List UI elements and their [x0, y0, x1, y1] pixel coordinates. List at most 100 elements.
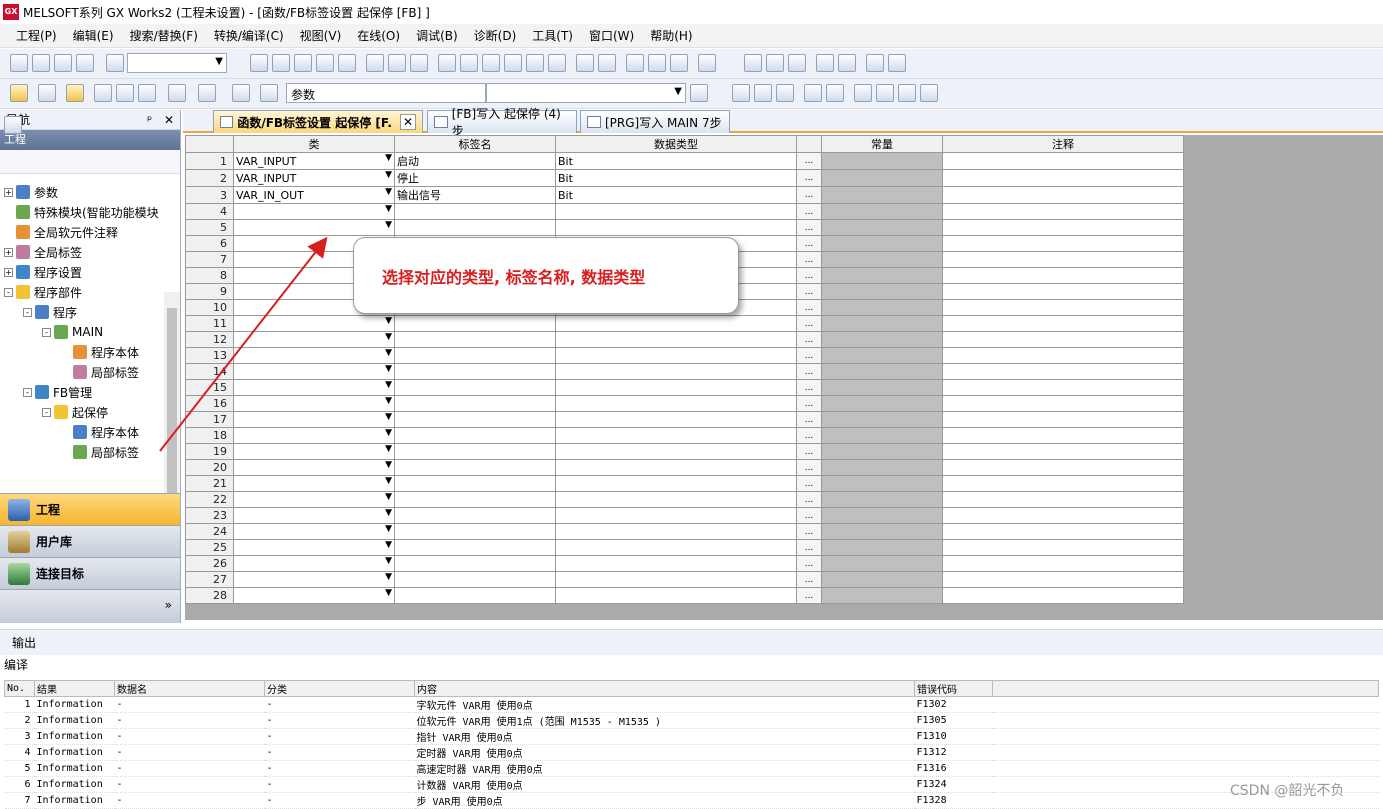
- comment-cell[interactable]: [942, 555, 1184, 572]
- export3-icon[interactable]: [920, 84, 938, 102]
- chevron-down-icon[interactable]: ▼: [385, 381, 392, 391]
- class-combo[interactable]: ▼: [233, 571, 395, 588]
- comment-cell[interactable]: [942, 443, 1184, 460]
- label-name-cell[interactable]: [394, 203, 556, 220]
- data-type-cell[interactable]: [555, 331, 797, 348]
- class-combo[interactable]: ▼: [233, 539, 395, 556]
- tab-fb-label-setting[interactable]: 函数/FB标签设置 起保停 [F... ✕: [213, 110, 423, 133]
- ladder-contact-icon[interactable]: [744, 54, 762, 72]
- batch-monitor-icon[interactable]: [548, 54, 566, 72]
- output-row[interactable]: 2 Information - - 位软元件 VAR用 使用1点 (范围 M1535 -…: [4, 712, 1379, 729]
- sort-icon[interactable]: [804, 84, 822, 102]
- class-combo[interactable]: ▼: [233, 395, 395, 412]
- chevron-down-icon[interactable]: ▼: [385, 221, 392, 231]
- print-icon[interactable]: [76, 54, 94, 72]
- sort2-icon[interactable]: [826, 84, 844, 102]
- class-combo[interactable]: ▼: [233, 427, 395, 444]
- data-type-cell[interactable]: [555, 363, 797, 380]
- chevron-down-icon[interactable]: ▼: [385, 477, 392, 487]
- tab-prg-write[interactable]: [PRG]写入 MAIN 7步: [580, 110, 730, 133]
- menu-find-replace[interactable]: 搜索/替换(F): [122, 27, 206, 44]
- chevron-down-icon[interactable]: ▼: [385, 171, 392, 181]
- data-type-browse-button[interactable]: ...: [796, 555, 822, 572]
- collapse-icon[interactable]: -: [4, 287, 13, 297]
- comment-cell[interactable]: [942, 491, 1184, 508]
- class-combo[interactable]: ▼: [233, 491, 395, 508]
- expand-icon[interactable]: +: [4, 187, 13, 197]
- monitor-icon[interactable]: [504, 54, 522, 72]
- menu-online[interactable]: 在线(O): [349, 27, 408, 44]
- chevron-down-icon[interactable]: ▼: [385, 413, 392, 423]
- data-type-cell[interactable]: [555, 491, 797, 508]
- data-type-browse-button[interactable]: ...: [796, 315, 822, 332]
- chevron-down-icon[interactable]: ▼: [385, 525, 392, 535]
- ladder-contact2-icon[interactable]: [766, 54, 784, 72]
- comment-cell[interactable]: [942, 299, 1184, 316]
- document-icon[interactable]: [690, 84, 708, 102]
- data-type-browse-button[interactable]: ...: [796, 235, 822, 252]
- comment-cell[interactable]: [942, 427, 1184, 444]
- data-type-browse-button[interactable]: ...: [796, 169, 822, 187]
- data-type-browse-button[interactable]: ...: [796, 251, 822, 268]
- data-type-browse-button[interactable]: ...: [796, 539, 822, 556]
- class-combo[interactable]: VAR_INPUT ▼: [233, 169, 395, 187]
- label-name-cell[interactable]: [394, 379, 556, 396]
- write-plc-icon[interactable]: [460, 54, 478, 72]
- class-combo[interactable]: ▼: [233, 523, 395, 540]
- data-type-cell[interactable]: [555, 587, 797, 604]
- output-row[interactable]: 7 Information - - 步 VAR用 使用0点 F1328: [4, 792, 1379, 809]
- data-type-cell[interactable]: [555, 443, 797, 460]
- class-combo[interactable]: ▼: [233, 411, 395, 428]
- data-type-browse-button[interactable]: ...: [796, 587, 822, 604]
- tree-item[interactable]: 特殊模块(智能功能模块: [4, 202, 159, 222]
- label-name-cell[interactable]: [394, 523, 556, 540]
- output-row[interactable]: 5 Information - - 高速定时器 VAR用 使用0点 F1316: [4, 760, 1379, 777]
- comment-cell[interactable]: [942, 315, 1184, 332]
- redo-icon[interactable]: [338, 54, 356, 72]
- data-type-browse-button[interactable]: ...: [796, 427, 822, 444]
- tree-item[interactable]: 全局软元件注释: [4, 222, 118, 242]
- close-icon[interactable]: ✕: [164, 113, 174, 127]
- dev-icon[interactable]: [94, 84, 112, 102]
- device-test2-icon[interactable]: [598, 54, 616, 72]
- class-combo[interactable]: VAR_IN_OUT ▼: [233, 186, 395, 204]
- ladder-contact3-icon[interactable]: [788, 54, 806, 72]
- chevron-down-icon[interactable]: ▼: [385, 541, 392, 551]
- zoom-icon[interactable]: [198, 84, 216, 102]
- comment-cell[interactable]: [942, 459, 1184, 476]
- chevron-down-icon[interactable]: ▼: [385, 317, 392, 327]
- data-type-browse-button[interactable]: ...: [796, 395, 822, 412]
- chevron-down-icon[interactable]: ▼: [385, 509, 392, 519]
- data-type-cell[interactable]: [555, 411, 797, 428]
- open-folder-icon[interactable]: [32, 54, 50, 72]
- output-row[interactable]: 1 Information - - 字软元件 VAR用 使用0点 F1302: [4, 696, 1379, 713]
- class-combo[interactable]: ▼: [233, 363, 395, 380]
- comment-cell[interactable]: [942, 219, 1184, 236]
- instruction-search-icon[interactable]: [410, 54, 428, 72]
- menu-help[interactable]: 帮助(H): [642, 27, 700, 44]
- comment-cell[interactable]: [942, 267, 1184, 284]
- label-setting-icon[interactable]: [66, 84, 84, 102]
- verify-icon[interactable]: [482, 54, 500, 72]
- chevron-down-icon[interactable]: ▼: [385, 333, 392, 343]
- paste-icon[interactable]: [294, 54, 312, 72]
- label-name-cell[interactable]: [394, 219, 556, 236]
- menu-window[interactable]: 窗口(W): [581, 27, 642, 44]
- comment-cell[interactable]: [942, 523, 1184, 540]
- display-icon[interactable]: [168, 84, 186, 102]
- tab-fb-write[interactable]: [FB]写入 起保停 (4)步: [427, 107, 577, 138]
- comment-cell[interactable]: [942, 363, 1184, 380]
- tree-item[interactable]: 局部标签: [61, 362, 139, 382]
- comment-cell[interactable]: [942, 539, 1184, 556]
- module-icon[interactable]: [38, 84, 56, 102]
- class-combo[interactable]: ▼: [233, 203, 395, 220]
- data-type-cell[interactable]: Bit: [555, 152, 797, 170]
- pin-icon[interactable]: ᵖ: [147, 113, 152, 127]
- data-type-browse-button[interactable]: ...: [796, 379, 822, 396]
- export-icon[interactable]: [876, 84, 894, 102]
- output-row[interactable]: 4 Information - - 定时器 VAR用 使用0点 F1312: [4, 744, 1379, 761]
- label-name-cell[interactable]: [394, 539, 556, 556]
- data-type-browse-button[interactable]: ...: [796, 186, 822, 204]
- data-type-browse-button[interactable]: ...: [796, 411, 822, 428]
- class-combo[interactable]: ▼: [233, 331, 395, 348]
